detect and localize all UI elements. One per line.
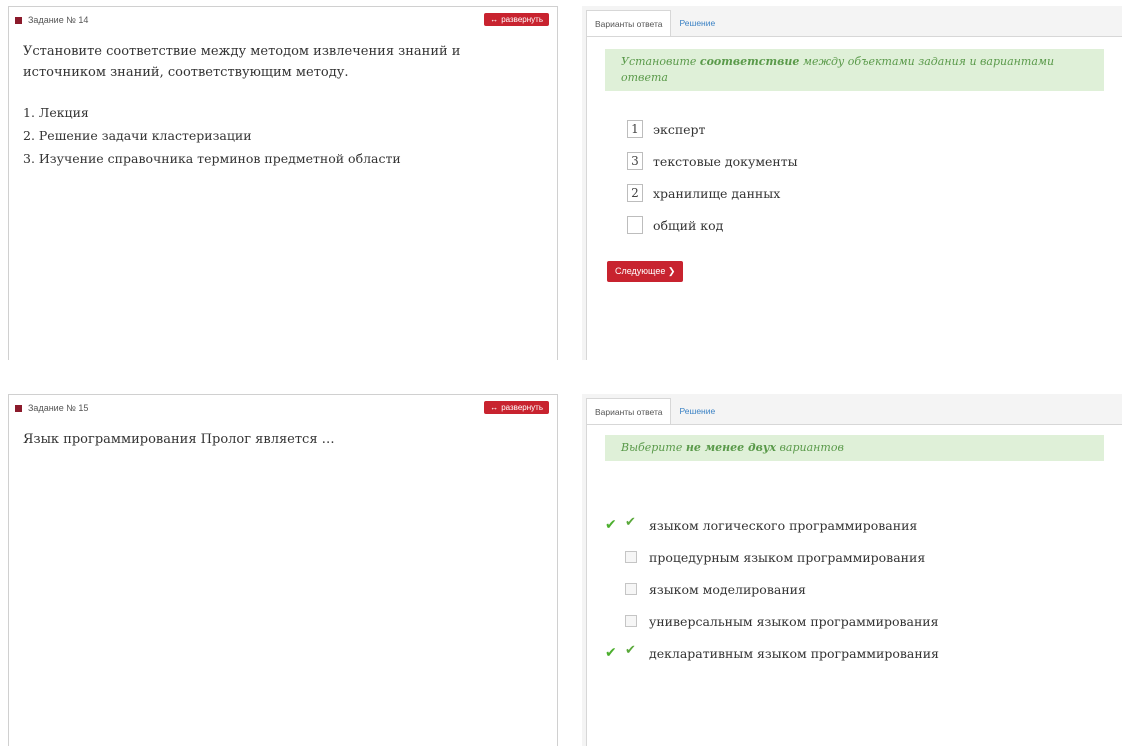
task-title: Задание № 15: [28, 403, 89, 413]
tab-answer-options[interactable]: Варианты ответа: [586, 10, 672, 37]
option-checkbox[interactable]: [625, 515, 637, 531]
task-header: Задание № 14: [15, 15, 88, 25]
task-marker-icon: [15, 404, 22, 412]
list-item: 1. Лекция: [23, 105, 89, 120]
match-option: общий код: [627, 209, 798, 241]
option-checkbox[interactable]: [625, 643, 637, 659]
option-label: хранилище данных: [653, 185, 781, 201]
correct-check-icon: ✔: [605, 517, 617, 533]
match-option: 3 текстовые документы: [627, 145, 798, 177]
option-label: эксперт: [653, 121, 706, 137]
match-option: 1 эксперт: [627, 113, 798, 145]
hint-text: вариантов: [776, 441, 844, 454]
answer-content: Установите соответствие между объектами …: [586, 36, 1122, 360]
option-label: текстовые документы: [653, 153, 798, 169]
question-text: Установите соответствие между методом из…: [23, 44, 461, 80]
option-checkbox[interactable]: [625, 583, 637, 595]
option-label: языком логического программирования: [649, 517, 918, 533]
task-header: Задание № 15: [15, 403, 88, 413]
choice-option: процедурным языком программирования: [605, 541, 939, 573]
question-text-block: Язык программирования Пролог является …: [23, 429, 533, 450]
match-number-input[interactable]: [627, 216, 643, 234]
match-number-input[interactable]: 1: [627, 120, 643, 138]
expand-label: развернуть: [501, 15, 543, 24]
option-label: общий код: [653, 217, 724, 233]
hint-emphasis: соответствие: [699, 55, 800, 68]
match-number-input[interactable]: 2: [627, 184, 643, 202]
instruction-hint: Выберите не менее двух вариантов: [605, 435, 1104, 461]
expand-arrows-icon: ↔: [490, 403, 499, 412]
option-label: процедурным языком программирования: [649, 549, 926, 565]
expand-arrows-icon: ↔: [490, 15, 499, 24]
option-label: универсальным языком программирования: [649, 613, 939, 629]
instruction-hint: Установите соответствие между объектами …: [605, 49, 1104, 91]
choice-option: ✔ декларативным языком программирования: [605, 637, 939, 669]
answer-tabs: Варианты ответа Решение: [586, 10, 723, 37]
answer-tabs: Варианты ответа Решение: [586, 398, 723, 425]
correct-check-icon: ✔: [605, 645, 617, 661]
task-title: Задание № 14: [28, 15, 89, 25]
task-marker-icon: [15, 16, 22, 24]
next-button[interactable]: Следующее ❯: [607, 261, 684, 282]
answer-content: Выберите не менее двух вариантов ✔ языко…: [586, 424, 1122, 746]
answer-panel: Варианты ответа Решение Установите соотв…: [582, 6, 1122, 360]
chevron-right-icon: ❯: [667, 266, 676, 276]
tab-answer-options[interactable]: Варианты ответа: [586, 398, 672, 425]
task-14-section: Задание № 14 ↔ развернуть Установите соо…: [0, 0, 1128, 360]
question-text: Язык программирования Пролог является …: [23, 432, 335, 447]
answer-panel: Варианты ответа Решение Выберите не мене…: [582, 394, 1122, 746]
next-label: Следующее: [615, 266, 666, 276]
choice-option: ✔ языком логического программирования: [605, 509, 939, 541]
match-option: 2 хранилище данных: [627, 177, 798, 209]
tab-solution[interactable]: Решение: [671, 398, 723, 424]
choice-list: ✔ языком логического программирования пр…: [605, 509, 939, 669]
question-panel: Задание № 15 ↔ развернуть Язык программи…: [8, 394, 558, 746]
task-15-section: Задание № 15 ↔ развернуть Язык программи…: [0, 388, 1128, 746]
tab-solution[interactable]: Решение: [671, 10, 723, 36]
option-checkbox[interactable]: [625, 551, 637, 563]
item-list: 1. Лекция 2. Решение задачи кластеризаци…: [23, 101, 533, 170]
option-label: декларативным языком программирования: [649, 645, 939, 661]
expand-label: развернуть: [501, 403, 543, 412]
option-label: языком моделирования: [649, 581, 806, 597]
list-item: 3. Изучение справочника терминов предмет…: [23, 151, 401, 166]
expand-button[interactable]: ↔ развернуть: [484, 13, 549, 26]
question-panel: Задание № 14 ↔ развернуть Установите соо…: [8, 6, 558, 360]
choice-option: универсальным языком программирования: [605, 605, 939, 637]
list-item: 2. Решение задачи кластеризации: [23, 128, 252, 143]
hint-text: Установите: [621, 55, 700, 68]
option-checkbox[interactable]: [625, 615, 637, 627]
match-number-input[interactable]: 3: [627, 152, 643, 170]
choice-option: языком моделирования: [605, 573, 939, 605]
hint-text: Выберите: [621, 441, 686, 454]
match-list: 1 эксперт 3 текстовые документы 2 хранил…: [627, 113, 798, 241]
hint-emphasis: не менее двух: [685, 441, 777, 454]
expand-button[interactable]: ↔ развернуть: [484, 401, 549, 414]
question-text-block: Установите соответствие между методом из…: [23, 41, 533, 170]
